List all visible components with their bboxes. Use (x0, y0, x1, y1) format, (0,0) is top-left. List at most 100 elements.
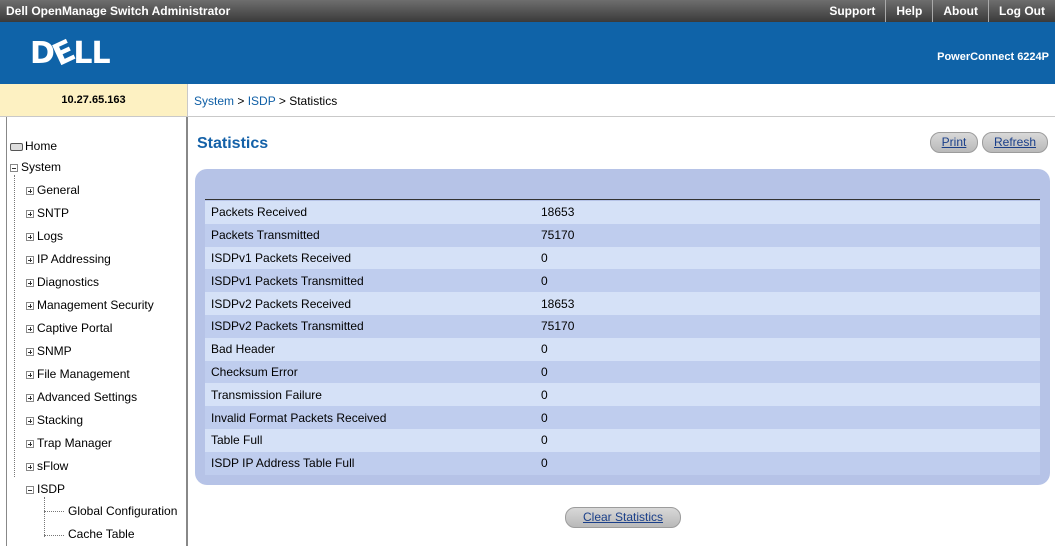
collapse-icon[interactable] (10, 163, 18, 172)
sidebar-item-label: Cache Table (68, 527, 135, 541)
stat-value: 75170 (535, 223, 1040, 247)
sidebar-item-sflow[interactable]: sFlow (26, 459, 68, 473)
app-title: Dell OpenManage Switch Administrator (6, 4, 231, 18)
expand-icon[interactable] (26, 301, 34, 310)
stat-value: 0 (535, 269, 1040, 293)
home-icon (10, 142, 23, 151)
refresh-button[interactable]: Refresh (982, 132, 1048, 153)
expand-icon[interactable] (26, 439, 34, 448)
sidebar-item-global-configuration[interactable]: Global Configuration (68, 504, 177, 518)
stat-value: 0 (535, 428, 1040, 452)
sidebar-item-general[interactable]: General (26, 183, 80, 197)
sidebar-item-label: SNTP (37, 206, 70, 220)
sidebar-item-advanced-settings[interactable]: Advanced Settings (26, 390, 137, 404)
expand-icon[interactable] (26, 232, 34, 241)
stat-label: Packets Transmitted (205, 223, 535, 247)
tree-line (44, 511, 64, 512)
expand-icon[interactable] (26, 255, 34, 264)
sidebar-item-label: File Management (37, 367, 130, 381)
stat-label: Invalid Format Packets Received (205, 406, 535, 429)
expand-icon[interactable] (26, 370, 34, 379)
logout-link[interactable]: Log Out (988, 0, 1055, 22)
sidebar-item-trap-manager[interactable]: Trap Manager (26, 436, 112, 450)
sidebar-item-stacking[interactable]: Stacking (26, 413, 83, 427)
expand-icon[interactable] (26, 186, 34, 195)
main-content: Statistics Print Refresh Packets Receive… (190, 118, 1055, 546)
stat-label: Bad Header (205, 337, 535, 361)
sidebar-item-label: sFlow (37, 459, 69, 473)
sidebar-item-label: System (21, 160, 62, 174)
brand-bar: DELL PowerConnect 6224P (0, 22, 1055, 84)
statistics-panel: Packets Received 18653 Packets Transmitted… (195, 169, 1050, 485)
breadcrumb-isdp[interactable]: ISDP (248, 94, 276, 108)
tree-line (44, 497, 45, 537)
stat-label: ISDP IP Address Table Full (205, 451, 535, 475)
about-link[interactable]: About (932, 0, 988, 22)
stat-label: Table Full (205, 428, 535, 452)
sidebar-item-management-security[interactable]: Management Security (26, 298, 154, 312)
sidebar-item-label: Management Security (37, 298, 154, 312)
breadcrumb-system[interactable]: System (194, 94, 234, 108)
expand-icon[interactable] (26, 416, 34, 425)
sidebar-item-diagnostics[interactable]: Diagnostics (26, 275, 99, 289)
support-link[interactable]: Support (819, 0, 885, 22)
stat-value: 18653 (535, 201, 1040, 224)
sidebar-item-label: SNMP (37, 344, 72, 358)
stat-label: ISDPv1 Packets Transmitted (205, 269, 535, 293)
sidebar-item-captive-portal[interactable]: Captive Portal (26, 321, 112, 335)
sidebar-item-label: Logs (37, 229, 64, 243)
table-row: Packets Transmitted 75170 (205, 223, 1040, 247)
sidebar-item-logs[interactable]: Logs (26, 229, 63, 243)
help-link[interactable]: Help (885, 0, 932, 22)
sidebar-item-label: Home (25, 139, 58, 153)
table-row: Transmission Failure 0 (205, 383, 1040, 407)
stat-value: 0 (535, 451, 1040, 475)
dell-logo: DELL (30, 33, 111, 74)
expand-icon[interactable] (26, 393, 34, 402)
stat-label: Checksum Error (205, 360, 535, 384)
stat-label: ISDPv2 Packets Transmitted (205, 314, 535, 338)
sidebar-item-home[interactable]: Home (10, 139, 57, 153)
breadcrumb-separator: > (234, 94, 248, 108)
table-row: Checksum Error 0 (205, 360, 1040, 384)
stat-value: 0 (535, 383, 1040, 407)
sidebar-item-label: Captive Portal (37, 321, 113, 335)
top-bar: Dell OpenManage Switch Administrator Sup… (0, 0, 1055, 22)
stat-value: 0 (535, 337, 1040, 361)
expand-icon[interactable] (26, 347, 34, 356)
stat-label: Transmission Failure (205, 383, 535, 407)
breadcrumb-separator: > (275, 94, 290, 108)
sidebar-item-cache-table[interactable]: Cache Table (68, 527, 135, 541)
expand-icon[interactable] (26, 462, 34, 471)
sidebar-item-isdp[interactable]: ISDP (26, 482, 65, 496)
expand-icon[interactable] (26, 209, 34, 218)
sidebar-item-sntp[interactable]: SNTP (26, 206, 69, 220)
sidebar-item-file-management[interactable]: File Management (26, 367, 130, 381)
collapse-icon[interactable] (26, 485, 34, 494)
sidebar-divider (6, 117, 7, 546)
device-ip: 10.27.65.163 (61, 94, 126, 106)
sidebar-item-label: Trap Manager (37, 436, 112, 450)
sidebar-item-system[interactable]: System (10, 160, 61, 174)
sidebar-item-label: Diagnostics (37, 275, 100, 289)
stat-value: 0 (535, 246, 1040, 270)
product-name: PowerConnect 6224P (937, 51, 1049, 63)
sidebar-item-ip-addressing[interactable]: IP Addressing (26, 252, 111, 266)
clear-statistics-button[interactable]: Clear Statistics (565, 507, 681, 528)
top-links: Support Help About Log Out (819, 0, 1055, 22)
sidebar-item-label: Global Configuration (68, 504, 178, 518)
table-row: ISDP IP Address Table Full 0 (205, 451, 1040, 475)
sidebar-item-label: ISDP (37, 482, 66, 496)
table-row: Packets Received 18653 (205, 201, 1040, 224)
sidebar-item-snmp[interactable]: SNMP (26, 344, 72, 358)
stat-value: 18653 (535, 292, 1040, 315)
table-row: ISDPv1 Packets Transmitted 0 (205, 269, 1040, 293)
table-row: Invalid Format Packets Received 0 (205, 406, 1040, 429)
sidebar-item-label: Stacking (37, 413, 84, 427)
expand-icon[interactable] (26, 324, 34, 333)
breadcrumb-current: Statistics (289, 94, 338, 108)
expand-icon[interactable] (26, 278, 34, 287)
print-button[interactable]: Print (930, 132, 978, 153)
stat-label: Packets Received (205, 201, 535, 224)
stat-value: 0 (535, 360, 1040, 384)
